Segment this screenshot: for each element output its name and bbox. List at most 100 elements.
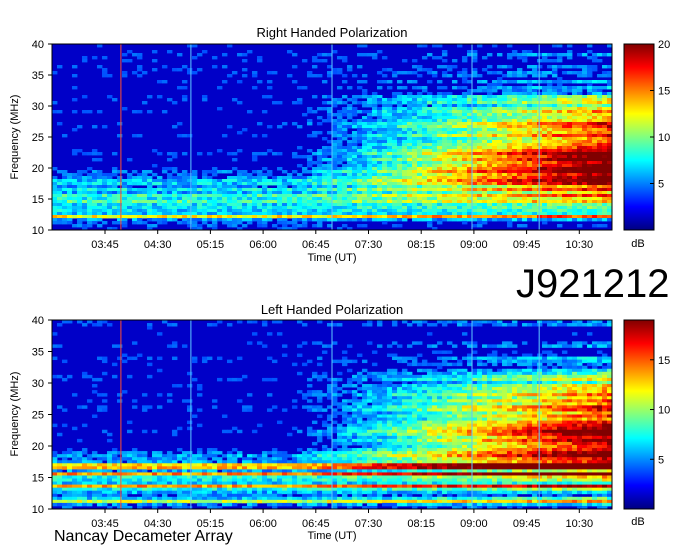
heatmap-cell (452, 188, 458, 192)
heatmap-cell (107, 209, 113, 213)
heatmap-cell (557, 101, 563, 105)
heatmap-cell (382, 128, 388, 132)
heatmap-cell (152, 68, 158, 72)
heatmap-cell (187, 496, 193, 501)
heatmap-cell (462, 191, 468, 195)
heatmap-cell (422, 131, 428, 135)
heatmap-cell (337, 134, 343, 138)
heatmap-cell (132, 71, 138, 75)
heatmap-cell (267, 478, 273, 482)
heatmap-cell (307, 185, 313, 189)
heatmap-cell (72, 206, 78, 210)
heatmap-cell (497, 209, 503, 213)
heatmap-cell (602, 65, 608, 69)
heatmap-cell (307, 176, 313, 180)
heatmap-cell (397, 200, 403, 204)
heatmap-cell (437, 182, 443, 186)
heatmap-cell (257, 179, 263, 183)
heatmap-cell (442, 95, 448, 99)
heatmap-cell (237, 218, 243, 222)
heatmap-cell (382, 173, 388, 177)
heatmap-cell (102, 320, 108, 324)
heatmap-cell (272, 487, 278, 492)
heatmap-cell (592, 146, 598, 150)
heatmap-cell (587, 92, 593, 96)
heatmap-cell (372, 179, 378, 183)
heatmap-cell (62, 134, 68, 138)
heatmap-cell (192, 194, 198, 198)
heatmap-cell (472, 50, 478, 54)
heatmap-cell (292, 194, 298, 198)
heatmap-cell (402, 218, 408, 222)
heatmap-cell (257, 475, 263, 479)
heatmap-cell (287, 469, 293, 473)
heatmap-cell (367, 167, 373, 171)
heatmap-cell (117, 134, 123, 138)
heatmap-cell (362, 53, 368, 57)
heatmap-cell (472, 146, 478, 150)
heatmap-cell (172, 463, 178, 467)
heatmap-cell (462, 149, 468, 153)
heatmap-cell (132, 218, 138, 222)
heatmap-cell (142, 191, 148, 195)
heatmap-cell (292, 218, 298, 222)
heatmap-cell (482, 95, 488, 99)
heatmap-cell (367, 122, 373, 126)
heatmap-cell (567, 149, 573, 153)
heatmap-cell (122, 71, 128, 75)
heatmap-cell (72, 152, 78, 156)
heatmap-cell (222, 200, 228, 204)
heatmap-cell (527, 170, 533, 174)
heatmap-cell (517, 212, 523, 216)
heatmap-cell (257, 423, 263, 428)
heatmap-cell (52, 499, 58, 504)
heatmap-cell (167, 173, 173, 177)
heatmap-cell (372, 200, 378, 204)
heatmap-cell (557, 140, 563, 144)
heatmap-cell (272, 493, 278, 498)
heatmap-cell (432, 161, 438, 165)
heatmap-cell (52, 451, 58, 455)
heatmap-cell (527, 218, 533, 222)
heatmap-cell (62, 206, 68, 210)
heatmap-cell (432, 215, 438, 219)
heatmap-cell (477, 95, 483, 99)
heatmap-cell (132, 457, 138, 461)
heatmap-cell (472, 53, 478, 57)
heatmap-cell (447, 65, 453, 69)
heatmap-cell (527, 143, 533, 147)
heatmap-cell (312, 200, 318, 204)
heatmap-cell (427, 110, 433, 114)
heatmap-cell (312, 110, 318, 114)
heatmap-cell (517, 89, 523, 93)
heatmap-cell (487, 107, 493, 111)
heatmap-cell (187, 472, 193, 476)
heatmap-cell (192, 71, 198, 75)
heatmap-cell (167, 490, 173, 495)
heatmap-cell (582, 212, 588, 216)
heatmap-cell (577, 200, 583, 204)
heatmap-cell (202, 203, 208, 207)
heatmap-cell (412, 131, 418, 135)
heatmap-cell (592, 95, 598, 99)
heatmap-cell (212, 454, 218, 458)
heatmap-cell (482, 119, 488, 123)
heatmap-cell (512, 155, 518, 159)
heatmap-cell (102, 478, 108, 482)
heatmap-cell (442, 212, 448, 216)
heatmap-cell (217, 487, 223, 492)
heatmap-cell (252, 212, 258, 216)
heatmap-cell (347, 173, 353, 177)
heatmap-cell (172, 125, 178, 129)
heatmap-cell (347, 68, 353, 72)
heatmap-cell (587, 215, 593, 219)
heatmap-cell (192, 481, 198, 486)
heatmap-cell (532, 86, 538, 90)
heatmap-cell (232, 212, 238, 216)
heatmap-cell (492, 200, 498, 204)
heatmap-cell (167, 197, 173, 201)
heatmap-cell (267, 457, 273, 461)
heatmap-cell (172, 469, 178, 473)
heatmap-cell (167, 344, 173, 348)
heatmap-cell (307, 182, 313, 186)
